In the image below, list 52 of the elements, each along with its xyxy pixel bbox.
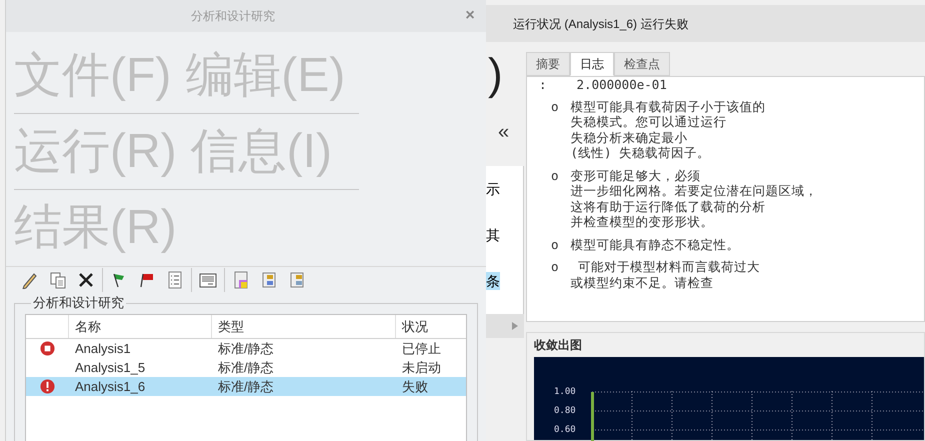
table-cell-text: 未启动: [401, 358, 442, 377]
column-header[interactable]: 类型: [212, 315, 396, 338]
delete-icon[interactable]: [77, 271, 95, 289]
axis-label: 0.80: [554, 405, 576, 418]
bullet-mark: o: [551, 236, 559, 252]
chart-icon[interactable]: [260, 271, 278, 289]
pencil-icon[interactable]: [21, 271, 39, 289]
table-cell-text: Analysis1_6: [74, 378, 146, 396]
bullet-mark: o: [551, 98, 559, 116]
table-row[interactable]: Analysis1_6 标准/静态 失败: [26, 377, 466, 396]
group-title: 分析和设计研究: [31, 295, 126, 311]
dialog-title: 分析和设计研究: [190, 8, 276, 25]
bracket-text: ): [487, 50, 503, 100]
table-row[interactable]: Analysis1_5 标准/静态 未启动: [26, 358, 466, 377]
copy-icon[interactable]: [49, 271, 67, 289]
color-chart-icon[interactable]: [232, 271, 250, 289]
table-cell-text: Analysis1_5: [74, 358, 146, 377]
plot-line: [591, 392, 594, 441]
collapse-button[interactable]: «: [498, 122, 510, 142]
checklist-icon[interactable]: [166, 271, 184, 289]
error-icon: [40, 379, 55, 394]
stop-icon: [40, 341, 55, 356]
tab[interactable]: 检查点: [614, 52, 670, 76]
table-cell-text: 标准/静态: [217, 340, 275, 358]
table-cell-text: 已停止: [401, 340, 442, 358]
window-title: 运行状况 (Analysis1_6) 运行失败: [513, 16, 688, 32]
text-fragment: 其: [486, 226, 500, 244]
bullet-mark: o: [551, 259, 559, 276]
text-fragment: 条: [486, 272, 500, 290]
tab[interactable]: 日志: [570, 52, 614, 76]
table-cell-text: Analysis1: [74, 340, 132, 358]
column-header[interactable]: 状况: [396, 315, 466, 338]
table-cell-text: 标准/静态: [217, 378, 275, 396]
log-paragraph: 模型可能具有载荷因子小于该值的 失稳模式。您可以通过运行 失稳分析来确定最小 (线性) 失稳载荷因子。: [570, 98, 766, 160]
axis-label: 1.00: [554, 386, 576, 399]
chart-title: 收敛出图: [534, 337, 582, 353]
table-cell-text: 失败: [401, 378, 429, 396]
table-cell-text: 标准/静态: [217, 358, 275, 377]
table-row[interactable]: Analysis1 标准/静态 已停止: [26, 339, 466, 358]
text-fragment: 示: [486, 180, 500, 198]
log-value: 2.000000e-01: [576, 77, 667, 92]
list-icon[interactable]: [199, 271, 217, 289]
chart-icon[interactable]: [288, 271, 306, 289]
log-label: :: [539, 77, 547, 92]
column-header[interactable]: 名称: [69, 315, 212, 338]
log-paragraph: 模型可能具有静态不稳定性。: [570, 236, 740, 252]
log-paragraph: 变形可能足够大，必须 进一步细化网格。若要定位潜在问题区域， 这将有助于运行降低了载荷的分析 并检查模型的变形形状。: [570, 168, 818, 230]
tab[interactable]: 摘要: [526, 52, 570, 76]
bullet-mark: o: [551, 168, 559, 184]
flag-icon[interactable]: [138, 271, 156, 289]
log-paragraph: 可能对于模型材料而言载荷过大 或模型约束不足。请检查: [570, 259, 760, 290]
axis-label: 0.60: [554, 424, 576, 437]
